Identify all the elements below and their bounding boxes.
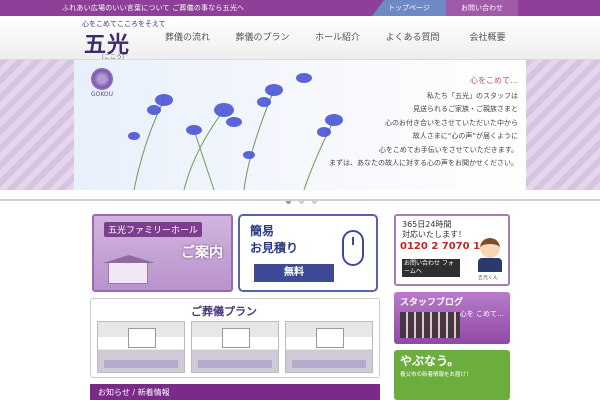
hero-line: 故人さまに“心の声”が届くように	[412, 132, 518, 140]
hero-line: 心をこめてお手伝いをさせていただきます。	[378, 145, 518, 154]
gokou-badge-text: GOKOU	[90, 91, 114, 98]
hero-line: 私たち「五光」のスタッフは	[427, 91, 518, 100]
yabunow-banner[interactable]: やぶなう。 養父市の新着情報をお届け！	[394, 350, 510, 400]
nav-item-flow[interactable]: 葬儀の流れ	[150, 16, 225, 60]
blog-caption: 心を こめて…	[459, 310, 504, 318]
hotline-support: 対応いたします！	[402, 230, 466, 239]
top-tagline: ふれあい広場のいい言葉について ご葬儀の事なら五光へ	[62, 4, 245, 12]
news-title: お知らせ / 新着情報	[98, 388, 170, 397]
inquiry-form-button[interactable]: お問い合わせ フォームへ	[402, 259, 460, 277]
staff-blog-banner[interactable]: スタッフブログ 心を こめて…	[394, 292, 510, 344]
estimate-line2: お見積り	[250, 241, 299, 255]
nav-item-halls[interactable]: ホール紹介	[300, 16, 375, 60]
hero-line: まずは、あなたの故人に対する心の声をお聞かせください。	[329, 159, 518, 167]
estimate-line1: 簡易	[250, 224, 275, 238]
nav-item-company[interactable]: 会社概要	[450, 16, 525, 60]
top-contact-link[interactable]: お問い合わせ	[446, 0, 518, 16]
gokou-emblem-icon	[91, 68, 113, 90]
nav-item-faq[interactable]: よくある質問	[375, 16, 450, 60]
nav-item-plans[interactable]: 葬儀のプラン	[225, 16, 300, 60]
news-header: お知らせ / 新着情報	[90, 384, 380, 400]
hero-line: 見送られるご家族・ご親族さまと	[413, 105, 518, 113]
hotline-banner[interactable]: 365日24時間 対応いたします！ 0120 2 7070 1 お問い合わせ フ…	[394, 214, 510, 286]
staff-photo	[400, 312, 460, 338]
plans-title: ご葬儀プラン	[191, 305, 257, 318]
hero-line: 心のお付き合いをさせていただいた中から	[385, 118, 518, 127]
gokou-badge: GOKOU	[82, 68, 122, 98]
section-divider	[0, 199, 600, 201]
mascot-name: 五光くん	[478, 275, 499, 281]
altar-photo	[191, 321, 279, 373]
yabu-subtitle: 養父市の新着情報をお届け！	[400, 372, 472, 378]
top-strip: ふれあい広場のいい言葉について ご葬儀の事なら五光へ トップページ お問い合わせ	[0, 0, 600, 16]
hotline-phone[interactable]: 0120 2 7070 1	[400, 241, 480, 252]
altar-photo	[97, 321, 185, 373]
hero-heading: 心をこめて…	[470, 76, 518, 85]
funeral-plans-banner[interactable]: ご葬儀プラン	[90, 298, 380, 378]
hero-left-pattern	[0, 60, 74, 190]
hall-guide-label: ご案内	[181, 245, 223, 261]
hero-slide: GOKOU 心をこめて… 私たち「五光」のスタッフは 見送られるご家族・ご親族さ…	[74, 60, 526, 190]
altar-photo	[285, 321, 373, 373]
hall-title: 五光ファミリーホール	[104, 222, 203, 237]
hall-building-icon	[103, 255, 155, 284]
blog-title: スタッフブログ	[400, 298, 464, 308]
estimate-banner[interactable]: 簡易 お見積り 無料	[238, 214, 378, 292]
hero-right-pattern	[526, 60, 600, 190]
hero-copy: 心をこめて… 私たち「五光」のスタッフは 見送られるご家族・ご親族さまと 心のお…	[296, 74, 518, 171]
estimate-free-badge: 無料	[254, 264, 334, 282]
mouse-icon	[342, 230, 364, 266]
site-header: 心をこめてこころをそえて 五光 （ごこう） 葬儀の流れ 葬儀のプラン ホール紹介…	[0, 16, 600, 61]
hall-guide-banner[interactable]: 五光ファミリーホール ご案内	[92, 214, 233, 292]
mascot-body-icon	[478, 258, 502, 272]
yabu-title: やぶなう。	[400, 354, 460, 368]
hero-slider[interactable]: GOKOU 心をこめて… 私たち「五光」のスタッフは 見送られるご家族・ご親族さ…	[0, 60, 600, 190]
mascot-face-icon	[480, 238, 500, 258]
top-home-link[interactable]: トップページ	[372, 0, 446, 16]
